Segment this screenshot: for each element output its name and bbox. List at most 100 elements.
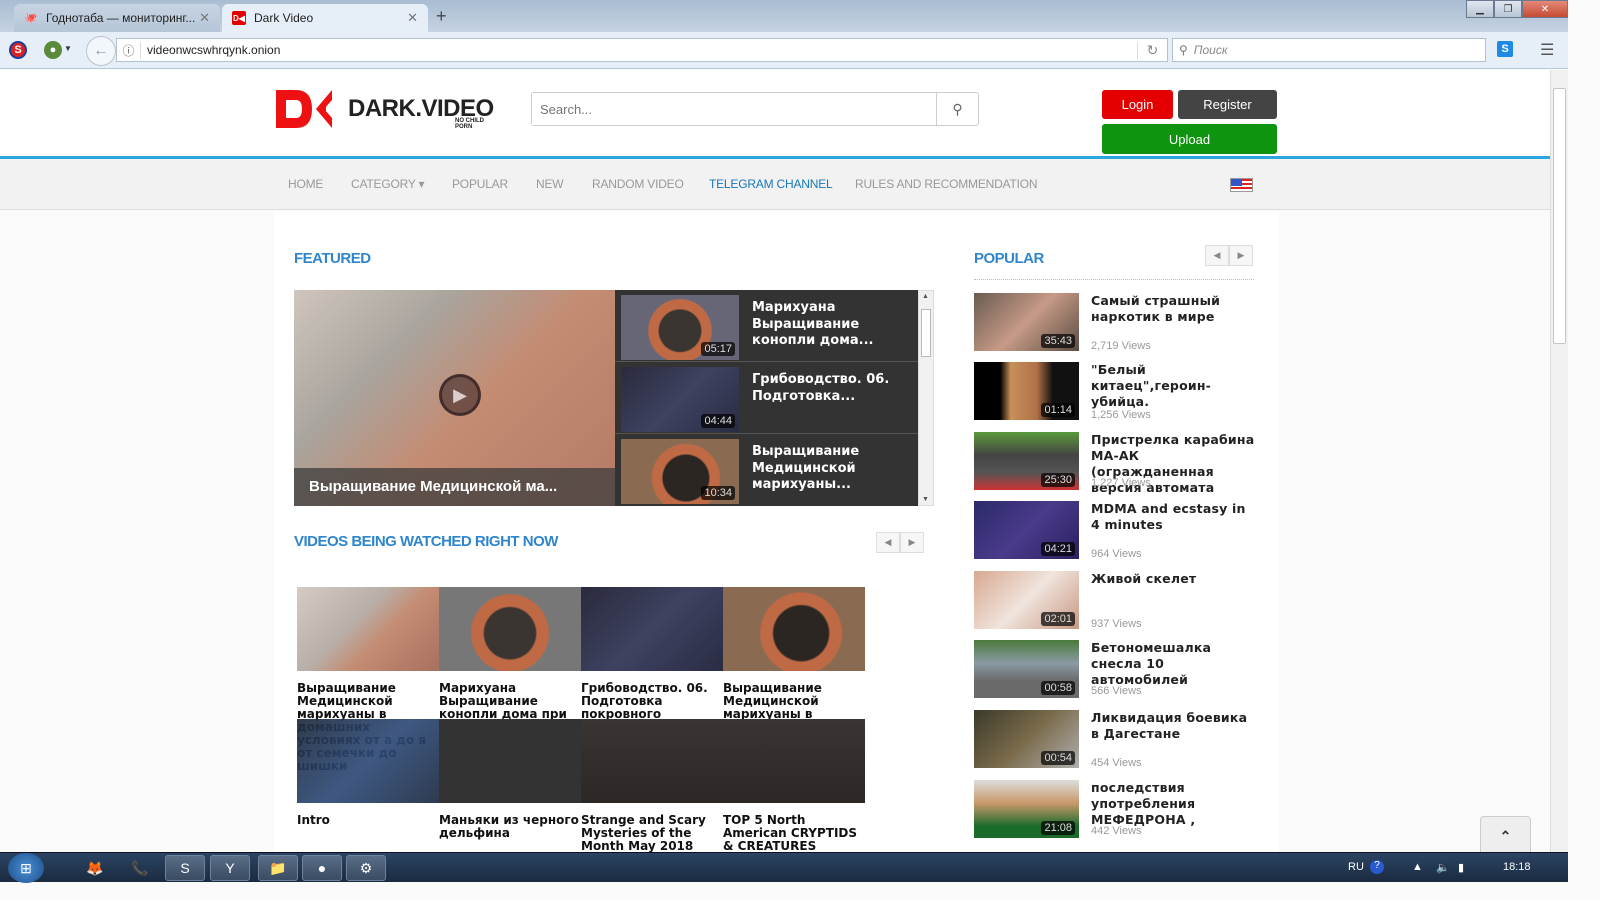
scroll-thumb[interactable] [921,309,931,357]
start-button[interactable]: ⊞ [8,853,44,883]
popular-item[interactable]: 01:14 "Белый китаец",героин-убийца. 1,25… [974,362,1254,424]
video-title[interactable]: TOP 5 North American CRYPTIDS & CREATURE… [723,814,863,853]
nav-rules[interactable]: RULES AND RECOMMENDATION [855,177,1038,191]
volume-icon[interactable]: 🔈 [1436,861,1450,874]
video-thumbnail[interactable]: 25:30 [974,432,1079,490]
tor-browser-icon[interactable]: ● [302,855,342,881]
popular-item[interactable]: 00:58 Бетономешалка снесла 10 автомобиле… [974,640,1254,702]
firefox-icon[interactable]: 🦊 [75,855,115,881]
video-title[interactable]: "Белый китаец",героин-убийца. [1091,362,1256,410]
nav-new[interactable]: NEW [536,177,564,191]
popular-item[interactable]: 02:01 Живой скелет 937 Views [974,571,1254,633]
video-thumbnail[interactable] [439,719,581,803]
video-title[interactable]: Бетономешалка снесла 10 автомобилей [1091,640,1256,688]
video-title[interactable]: Intro [297,814,437,827]
close-tab-icon[interactable]: ✕ [199,10,210,26]
network-icon[interactable]: ▮ [1458,861,1464,874]
play-icon[interactable]: ▶ [439,374,481,416]
video-thumbnail[interactable] [297,587,439,671]
nav-popular[interactable]: POPULAR [452,177,508,191]
featured-list-item[interactable]: 05:17 Марихуана Выращивание конопли дома… [615,290,918,362]
viber-icon[interactable]: 📞 [120,855,160,881]
video-thumbnail[interactable]: 35:43 [974,293,1079,351]
video-thumbnail[interactable] [723,719,865,803]
video-card[interactable]: TOP 5 North American CRYPTIDS & CREATURE… [723,719,865,852]
chevron-down-icon[interactable]: ▼ [64,44,72,53]
video-thumbnail[interactable] [297,719,439,803]
video-thumbnail[interactable]: 00:54 [974,710,1079,768]
maximize-button[interactable]: ❐ [1494,0,1522,18]
nav-telegram-channel[interactable]: TELEGRAM CHANNEL [709,177,833,191]
video-title[interactable]: MDMA and ecstasy in 4 minutes [1091,501,1256,533]
video-thumbnail[interactable] [581,587,723,671]
next-arrow-icon[interactable]: ▶ [900,532,924,553]
back-to-top-button[interactable]: ⌃ [1480,816,1531,852]
video-thumbnail[interactable]: 02:01 [974,571,1079,629]
video-title[interactable]: Маньяки из черного дельфина [439,814,579,840]
upload-button[interactable]: Upload [1102,124,1277,154]
video-thumbnail[interactable] [439,587,581,671]
popular-item[interactable]: 21:08 последствия употребления МЕФЕДРОНА… [974,780,1254,842]
register-button[interactable]: Register [1178,90,1277,119]
reload-icon[interactable]: ↻ [1137,41,1167,59]
tray-expand-icon[interactable]: ▲ [1412,861,1423,873]
site-search-input[interactable] [532,93,936,125]
video-thumbnail[interactable] [723,587,865,671]
menu-icon[interactable]: ☰ [1540,40,1554,60]
video-card[interactable]: Маньяки из черного дельфина [439,719,581,840]
app-icon[interactable]: ⚙ [346,855,386,881]
nav-category[interactable]: CATEGORY ▾ [351,177,425,191]
back-button[interactable]: ← [86,36,116,66]
video-card[interactable]: Strange and Scary Mysteries of the Month… [581,719,723,852]
prev-arrow-icon[interactable]: ◀ [1205,245,1229,266]
popular-item[interactable]: 04:21 MDMA and ecstasy in 4 minutes 964 … [974,501,1254,563]
scroll-down-icon[interactable]: ▼ [922,496,929,503]
featured-scrollbar[interactable]: ▲ ▼ [918,290,934,506]
help-icon[interactable]: ? [1370,860,1384,874]
popular-item[interactable]: 00:54 Ликвидация боевика в Дагестане 454… [974,710,1254,772]
featured-list-item[interactable]: 04:44 Грибоводство. 06. Подготовка... [615,362,918,434]
next-arrow-icon[interactable]: ▶ [1229,245,1253,266]
video-card[interactable]: Intro [297,719,439,827]
popular-item[interactable]: 25:30 Пристрелка карабина МА-АК (огражда… [974,432,1254,495]
skype-extension-icon[interactable]: S [1497,41,1513,57]
video-title[interactable]: Живой скелет [1091,571,1256,587]
minimize-button[interactable]: ▁ [1466,0,1494,18]
info-icon[interactable]: ⓘ [117,41,141,59]
search-button[interactable]: ⚲ [936,93,978,125]
close-window-button[interactable]: ✕ [1522,0,1568,18]
us-flag-icon[interactable] [1230,178,1253,192]
yandex-icon[interactable]: Y [210,855,250,881]
featured-main-caption[interactable]: Выращивание Медицинской ма... [294,468,615,506]
site-logo[interactable]: DARK.VIDEO NO CHILD PORN [274,88,494,130]
featured-main-video[interactable]: ▶ Выращивание Медицинской ма... [294,290,615,506]
page-scrollbar[interactable] [1550,70,1568,852]
skype-icon[interactable]: S [165,855,205,881]
prev-arrow-icon[interactable]: ◀ [876,532,900,553]
close-tab-icon[interactable]: ✕ [407,10,418,26]
file-explorer-icon[interactable]: 📁 [258,855,298,881]
url-text[interactable]: videonwcswhrqynk.onion [147,43,280,57]
language-indicator[interactable]: RU [1348,861,1364,873]
video-title[interactable]: Strange and Scary Mysteries of the Month… [581,814,721,853]
tor-onion-icon[interactable]: ● [44,41,62,59]
video-title[interactable]: Ликвидация боевика в Дагестане [1091,710,1256,742]
clock[interactable]: 18:18 [1503,861,1531,873]
scroll-up-icon[interactable]: ▲ [922,293,929,300]
video-thumbnail[interactable]: 00:58 [974,640,1079,698]
video-thumbnail[interactable]: 01:14 [974,362,1079,420]
scroll-thumb[interactable] [1553,88,1566,344]
nav-random-video[interactable]: RANDOM VIDEO [592,177,684,191]
url-bar[interactable]: ⓘ videonwcswhrqynk.onion ↻ [116,38,1168,62]
video-thumbnail[interactable]: 04:21 [974,501,1079,559]
nav-home[interactable]: HOME [288,177,323,191]
login-button[interactable]: Login [1102,90,1173,119]
popular-item[interactable]: 35:43 Самый страшный наркотик в мире 2,7… [974,293,1254,355]
tab-dark-video[interactable]: D◀ Dark Video ✕ [222,4,428,32]
video-title[interactable]: Самый страшный наркотик в мире [1091,293,1256,325]
video-title[interactable]: последствия употребления МЕФЕДРОНА , [1091,780,1256,828]
video-thumbnail[interactable]: 21:08 [974,780,1079,838]
tab-godnotaba[interactable]: 🐙 Годнотаба — мониторинг... ✕ [14,4,220,32]
new-tab-button[interactable]: + [436,6,447,27]
video-thumbnail[interactable] [581,719,723,803]
